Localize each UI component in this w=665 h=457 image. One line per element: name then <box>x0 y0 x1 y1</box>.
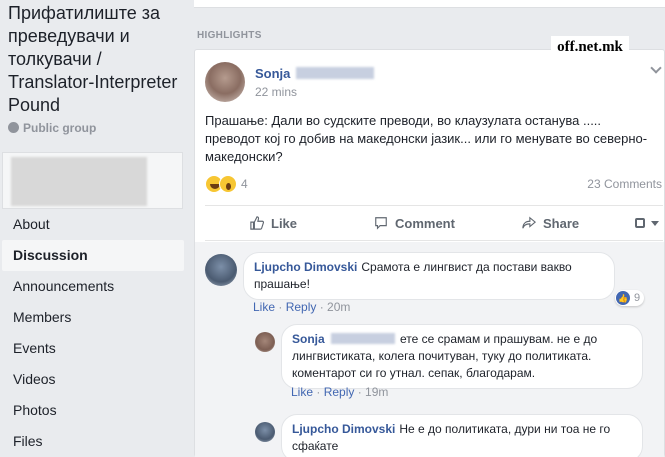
comment-bubble: Ljupcho Dimovski Срамота е лингвист да по… <box>243 252 615 300</box>
reaction-summary[interactable]: 4 <box>205 175 248 193</box>
avatar[interactable] <box>255 332 275 352</box>
blurred-surname <box>296 67 375 79</box>
reply-author[interactable]: Sonja <box>292 332 325 346</box>
group-privacy-label: Public group <box>23 121 97 135</box>
caret-down-icon <box>651 220 659 226</box>
like-label: Like <box>271 215 298 231</box>
comment-like-count: 9 <box>634 292 641 304</box>
watermark: off.net.mk <box>551 36 629 58</box>
blurred-image <box>11 157 147 206</box>
group-sidebar: Прифатилиште за преведувачи и толкувачи … <box>0 0 190 457</box>
like-reaction-icon: 👍 <box>616 291 630 305</box>
share-label: Share <box>543 215 580 231</box>
thumbs-up-icon <box>250 216 265 230</box>
audience-selector[interactable] <box>635 218 659 228</box>
reply-like-link[interactable]: Like <box>291 385 313 399</box>
comment-time[interactable]: 20m <box>327 300 350 314</box>
nav-item-files[interactable]: Files <box>2 426 184 457</box>
chevron-down-icon[interactable] <box>650 62 662 74</box>
comment-reply-link[interactable]: Reply <box>286 300 317 314</box>
group-title[interactable]: Прифатилиште за преведувачи и толкувачи … <box>8 2 190 117</box>
comment-meta: Like · Reply · 20m <box>253 300 351 314</box>
share-icon <box>522 216 537 229</box>
reply-author[interactable]: Ljupcho Dimovski <box>292 422 395 436</box>
globe-icon <box>8 122 19 133</box>
post-body: Прашање: Дали во судските преводи, во кл… <box>205 113 648 164</box>
share-button[interactable]: Share <box>521 216 579 231</box>
post-author-name[interactable]: Sonja <box>255 66 290 81</box>
post-card: Sonja 22 mins Прашање: Дали во судските … <box>194 49 665 457</box>
reply-time[interactable]: 19m <box>365 385 388 399</box>
post-author[interactable]: Sonja <box>255 66 375 81</box>
group-cover-placeholder <box>2 152 183 209</box>
avatar[interactable] <box>205 254 237 286</box>
nav-item-about[interactable]: About <box>2 209 184 240</box>
post-action-bar: Like Comment Share <box>205 205 663 241</box>
reaction-count: 4 <box>241 177 248 191</box>
group-privacy: Public group <box>8 121 96 135</box>
avatar[interactable] <box>255 422 275 442</box>
comment-count[interactable]: 23 Comments <box>587 177 662 191</box>
comment-like-badge[interactable]: 👍 9 <box>615 290 645 306</box>
comments-section: Ljupcho Dimovski Срамота е лингвист да по… <box>195 242 664 457</box>
blurred-surname <box>330 333 395 344</box>
comment-like-link[interactable]: Like <box>253 300 275 314</box>
comment-icon <box>375 217 387 230</box>
avatar[interactable] <box>205 62 245 102</box>
reply-bubble: Sonja ете се срамам и прашувам. не е до … <box>281 324 643 389</box>
previous-post-edge <box>194 0 665 8</box>
nav-item-discussion[interactable]: Discussion <box>2 240 184 271</box>
nav-item-announcements[interactable]: Announcements <box>2 271 184 302</box>
reply-meta: Like · Reply · 19m <box>291 385 389 399</box>
comment-label: Comment <box>395 215 455 231</box>
post-timestamp[interactable]: 22 mins <box>255 85 297 99</box>
group-nav: About Discussion Announcements Members E… <box>2 209 184 457</box>
wow-icon <box>219 175 237 193</box>
reply-bubble: Ljupcho Dimovski Не е до политиката, дури… <box>281 414 643 457</box>
nav-item-videos[interactable]: Videos <box>2 364 184 395</box>
highlights-label: HIGHLIGHTS <box>197 30 262 41</box>
comment-button[interactable]: Comment <box>373 216 455 231</box>
nav-item-events[interactable]: Events <box>2 333 184 364</box>
comment-author[interactable]: Ljupcho Dimovski <box>254 260 357 274</box>
reply-reply-link[interactable]: Reply <box>324 385 355 399</box>
audience-icon <box>635 218 645 228</box>
nav-item-photos[interactable]: Photos <box>2 395 184 426</box>
nav-item-members[interactable]: Members <box>2 302 184 333</box>
like-button[interactable]: Like <box>249 216 297 231</box>
